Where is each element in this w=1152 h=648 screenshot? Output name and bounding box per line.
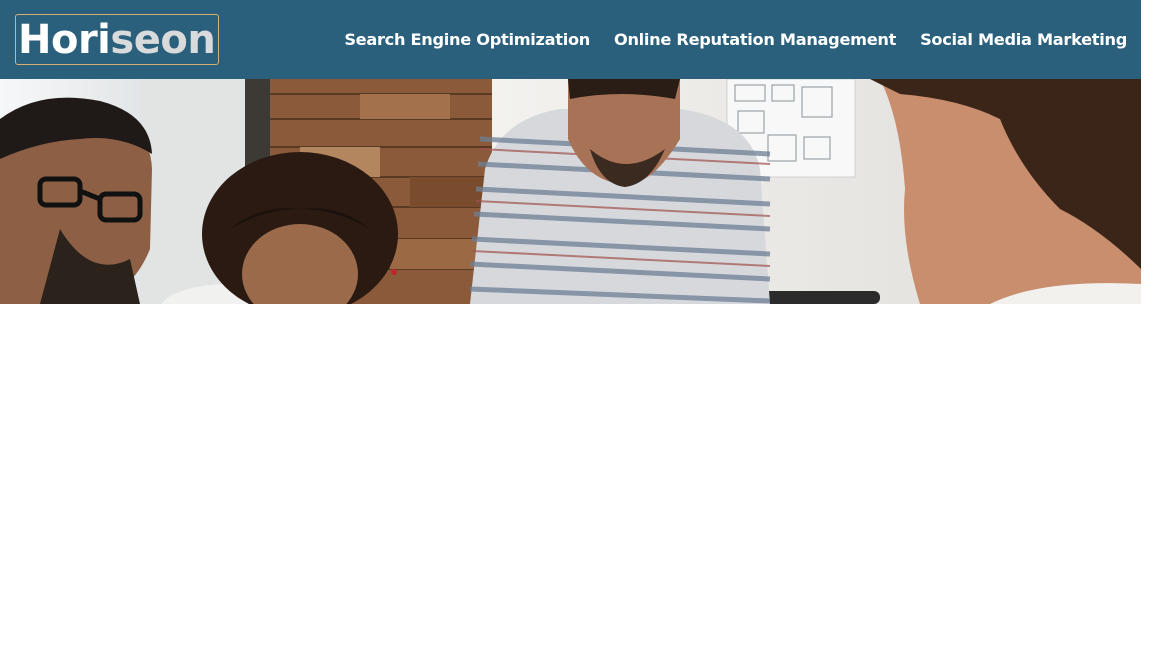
hero-image (0, 79, 1141, 304)
logo-text-secondary: seon (110, 16, 216, 63)
logo-text-primary: Hori (18, 16, 111, 63)
logo[interactable]: Hori seon (15, 14, 220, 65)
nav-link-reputation[interactable]: Online Reputation Management (614, 30, 896, 49)
nav-link-seo[interactable]: Search Engine Optimization (344, 30, 590, 49)
nav-link-social[interactable]: Social Media Marketing (920, 30, 1127, 49)
site-header: Hori seon Search Engine Optimization Onli… (0, 0, 1141, 79)
team-meeting-photo-icon (0, 79, 1141, 304)
page: Hori seon Search Engine Optimization Onli… (0, 0, 1152, 648)
main-nav: Search Engine Optimization Online Reputa… (320, 30, 1127, 49)
